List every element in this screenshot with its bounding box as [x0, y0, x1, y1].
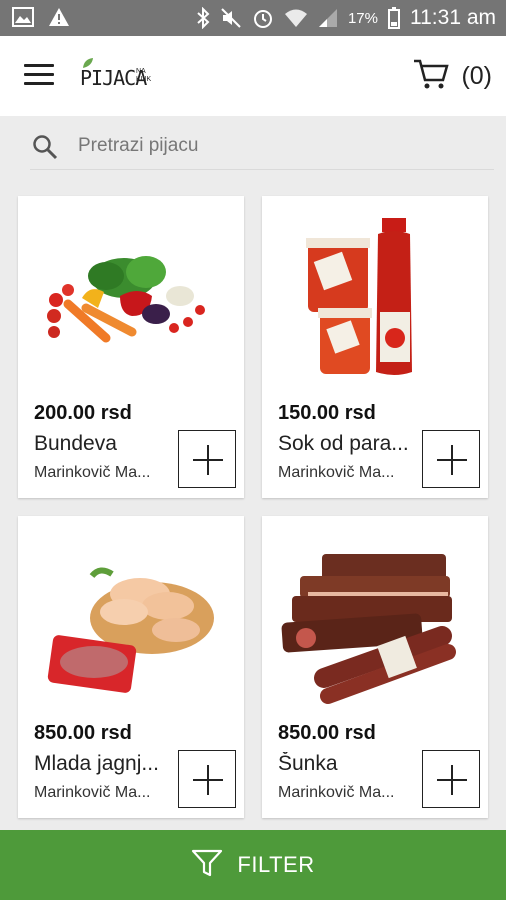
add-to-cart-button[interactable]: [178, 430, 236, 488]
product-price: 850.00 rsd: [34, 722, 132, 744]
product-seller: Marinkovič Ma...: [278, 464, 395, 481]
product-name: Mlada jagnj...: [34, 752, 159, 775]
product-seller: Marinkovič Ma...: [34, 464, 151, 481]
filter-icon: [191, 848, 223, 883]
add-to-cart-button[interactable]: [422, 430, 480, 488]
status-bar: 17% 11:31 am: [0, 0, 506, 36]
product-card[interactable]: 850.00 rsd Mlada jagnj... Marinkovič Ma.…: [18, 516, 244, 818]
product-card[interactable]: 150.00 rsd Sok od para... Marinkovič Ma.…: [262, 196, 488, 498]
add-to-cart-button[interactable]: [178, 750, 236, 808]
wifi-icon: [284, 8, 308, 28]
cart-icon: [413, 58, 450, 95]
bluetooth-icon: [196, 7, 210, 29]
warning-icon: [48, 7, 70, 27]
product-name: Bundeva: [34, 432, 117, 455]
product-card[interactable]: 200.00 rsd Bundeva Marinkovič Ma...: [18, 196, 244, 498]
hamburger-icon: [24, 64, 54, 67]
cart-count: (0): [461, 62, 492, 90]
alarm-icon: [252, 7, 274, 29]
product-seller: Marinkovič Ma...: [278, 784, 395, 801]
tomato-juice-image: [272, 212, 478, 388]
product-card[interactable]: 850.00 rsd Šunka Marinkovič Ma...: [262, 516, 488, 818]
search-input[interactable]: [78, 130, 478, 162]
battery-percent: 17%: [347, 9, 378, 27]
battery-icon: [388, 7, 400, 29]
product-name: Šunka: [278, 752, 338, 775]
product-seller: Marinkovič Ma...: [34, 784, 151, 801]
product-price: 850.00 rsd: [278, 722, 376, 744]
chicken-meat-image: [28, 532, 234, 708]
search-icon: [32, 134, 58, 165]
product-price: 150.00 rsd: [278, 402, 376, 424]
app-header: PIJACA NA KLIK (0): [0, 36, 506, 116]
product-price: 200.00 rsd: [34, 402, 132, 424]
add-to-cart-button[interactable]: [422, 750, 480, 808]
filter-label: FILTER: [237, 852, 315, 877]
ham-sausage-image: [272, 532, 478, 708]
product-name: Sok od para...: [278, 432, 409, 455]
clock: 11:31 am: [410, 6, 496, 29]
mute-icon: [220, 7, 242, 29]
app-logo: PIJACA NA KLIK: [78, 54, 188, 98]
filter-button[interactable]: FILTER: [0, 830, 506, 900]
signal-icon: [318, 8, 338, 28]
cart-button[interactable]: (0): [413, 58, 492, 95]
menu-button[interactable]: [24, 64, 54, 88]
search-bar: [30, 124, 494, 170]
logo-small-text: NA KLIK: [136, 68, 152, 83]
vegetables-image: [28, 212, 234, 388]
gallery-icon: [12, 7, 34, 27]
